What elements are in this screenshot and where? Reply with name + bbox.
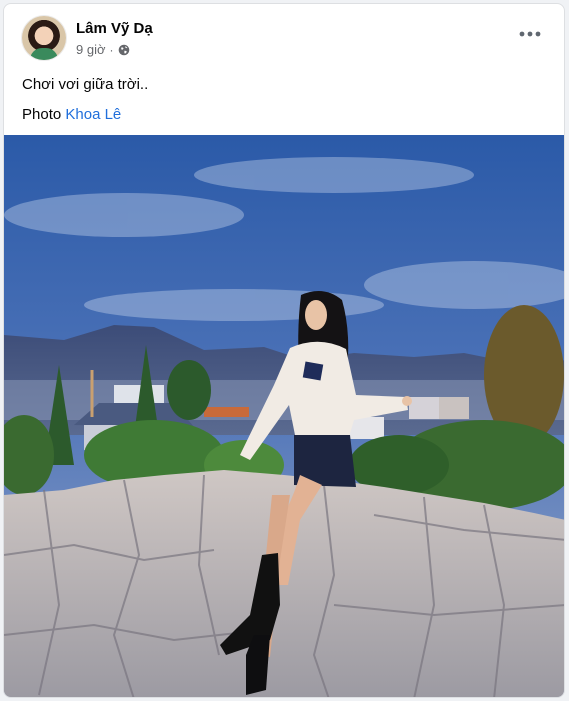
photo-credit: Photo Khoa Lê xyxy=(22,106,121,123)
post-header: Lâm Vỹ Dạ 9 giờ · xyxy=(4,4,564,66)
credit-prefix: Photo xyxy=(22,106,62,123)
meta-separator: · xyxy=(109,42,114,57)
post-text: Chơi vơi giữa trời.. xyxy=(22,76,149,93)
more-options-icon[interactable] xyxy=(514,22,546,46)
post-time[interactable]: 9 giờ xyxy=(76,42,106,57)
author-name[interactable]: Lâm Vỹ Dạ xyxy=(76,20,153,37)
post-photo[interactable] xyxy=(4,135,564,697)
feed-post: Lâm Vỹ Dạ 9 giờ · Chơi vơi giữa trời.. P… xyxy=(3,3,565,698)
author-avatar[interactable] xyxy=(22,16,66,60)
avatar-shirt xyxy=(30,48,58,60)
globe-icon[interactable] xyxy=(118,44,130,56)
post-meta: 9 giờ · xyxy=(76,42,130,57)
credit-link[interactable]: Khoa Lê xyxy=(65,106,121,123)
